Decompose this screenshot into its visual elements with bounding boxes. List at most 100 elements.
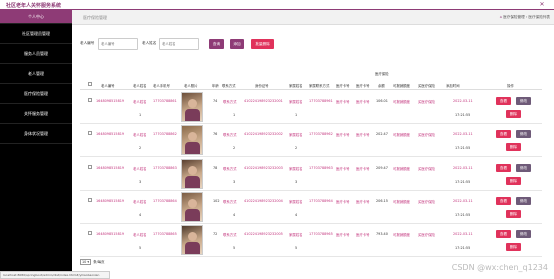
- elderly-id-input[interactable]: [98, 38, 138, 50]
- cell-extra-c: 1: [295, 113, 298, 117]
- row-checkbox[interactable]: [88, 131, 92, 135]
- cell-extra-c: 2: [295, 146, 298, 150]
- home-icon[interactable]: ⌂: [500, 15, 502, 19]
- edit-button[interactable]: 修改: [516, 164, 531, 172]
- cell-date: 2022-03-11: [453, 166, 473, 170]
- cell-insurance: 买医疗保险: [418, 200, 435, 204]
- elderly-id-label: 老人编号: [80, 41, 95, 45]
- row-divider: [80, 190, 542, 191]
- cell-idcard: 410224198923232002: [244, 132, 283, 136]
- cell-card: 医疗卡号: [336, 200, 350, 204]
- cell-time: 17:21:55: [455, 246, 471, 250]
- page-size-value: 10: [82, 260, 87, 264]
- main-panel: 医疗保险管理 ⌂ 医疗保险管理 › 医疗保险列表 老人编号 老人姓名 查询 添加…: [72, 10, 554, 279]
- cell-extra-a: 5: [139, 246, 142, 250]
- cell-family-phone: 17703788962: [309, 132, 333, 136]
- header-photo: 老人照片: [184, 84, 198, 88]
- sidebar-item-elderly[interactable]: 老人管理: [0, 64, 72, 84]
- query-button[interactable]: 查询: [209, 39, 224, 49]
- view-button[interactable]: 查看: [496, 97, 511, 105]
- cell-date: 2022-03-11: [453, 199, 473, 203]
- sidebar-item-health-status[interactable]: 身体状况管理: [0, 124, 72, 144]
- sidebar-item-care-service[interactable]: 关怀服务管理: [0, 104, 72, 124]
- row-divider: [80, 256, 542, 257]
- view-button[interactable]: 查看: [496, 197, 511, 205]
- cell-elderly-id: 1648098515819: [96, 99, 125, 103]
- header-family-name: 家属姓名: [289, 84, 303, 88]
- sidebar-item-community-admin[interactable]: 社区管理员管理: [0, 24, 72, 44]
- cell-age: 78: [213, 166, 218, 170]
- delete-button[interactable]: 删除: [506, 143, 521, 151]
- cell-elderly-phone: 17703788865: [153, 232, 177, 236]
- cell-card: 医疗卡号: [336, 233, 350, 237]
- add-button[interactable]: 添加: [230, 39, 244, 49]
- cell-extra-b: 3: [233, 180, 236, 184]
- cell-contact: 联系方式: [223, 100, 237, 104]
- sidebar-item-service-staff[interactable]: 服务人员管理: [0, 44, 72, 64]
- cell-family-phone: 17703788961: [309, 99, 333, 103]
- edit-button[interactable]: 修改: [516, 197, 531, 205]
- cell-extra-a: 2: [139, 146, 142, 150]
- tab-medical-insurance[interactable]: 医疗保险管理: [83, 15, 107, 21]
- cell-idcard: 410224198923232005: [244, 232, 283, 236]
- cell-limit: 可报销额度: [393, 167, 410, 171]
- cell-elderly-id: 1648098515819: [96, 199, 125, 203]
- view-button[interactable]: 查看: [496, 164, 511, 172]
- cell-extra-b: 2: [233, 146, 236, 150]
- header-age: 年龄: [212, 84, 219, 88]
- breadcrumb-bar: 医疗保险管理 ⌂ 医疗保险管理 › 医疗保险列表: [72, 10, 554, 25]
- cell-elderly-phone: 17703788861: [153, 99, 177, 103]
- cell-family-phone: 17703788964: [309, 199, 333, 203]
- cell-age: 76: [213, 132, 218, 136]
- delete-button[interactable]: 删除: [506, 177, 521, 185]
- cell-date: 2022-03-11: [453, 99, 473, 103]
- group-header: 医疗保险: [375, 72, 389, 76]
- row-checkbox[interactable]: [88, 165, 92, 169]
- edit-button[interactable]: 修改: [516, 230, 531, 238]
- row-divider: [80, 156, 542, 157]
- app-title: 社区老年人关怀服务系统: [6, 2, 62, 9]
- batch-delete-button[interactable]: 批量删除: [251, 39, 274, 49]
- close-icon[interactable]: ✕: [538, 1, 546, 8]
- cell-balance: 202.47: [376, 132, 388, 136]
- cell-elderly-name: 老人姓名: [133, 233, 147, 237]
- cell-time: 17:21:55: [455, 146, 471, 150]
- cell-extra-b: 5: [233, 246, 236, 250]
- cell-elderly-id: 1648098515819: [96, 166, 125, 170]
- header-elderly-phone: 老人手机号: [153, 84, 170, 88]
- elderly-photo: [181, 192, 203, 222]
- cell-family-phone: 17703788965: [309, 232, 333, 236]
- cell-extra-b: 4: [233, 213, 236, 217]
- sidebar-item-personal-center[interactable]: 个人中心: [0, 10, 72, 24]
- edit-button[interactable]: 修改: [516, 130, 531, 138]
- delete-button[interactable]: 删除: [506, 110, 521, 118]
- row-checkbox[interactable]: [88, 198, 92, 202]
- elderly-name-input[interactable]: [159, 38, 199, 50]
- cell-limit: 可报销额度: [393, 133, 410, 137]
- cell-contact: 联系方式: [223, 167, 237, 171]
- view-button[interactable]: 查看: [496, 230, 511, 238]
- row-checkbox[interactable]: [88, 98, 92, 102]
- select-all-checkbox[interactable]: [88, 82, 92, 86]
- cell-insurance: 买医疗保险: [418, 133, 435, 137]
- cell-contact: 联系方式: [223, 133, 237, 137]
- header-elderly-id: 老人编号: [101, 84, 115, 88]
- page-size-select[interactable]: 10 ▾: [80, 259, 92, 265]
- edit-button[interactable]: 修改: [516, 97, 531, 105]
- cell-insurance: 买医疗保险: [418, 233, 435, 237]
- cell-elderly-phone: 17703788862: [153, 132, 177, 136]
- cell-card: 医疗卡号: [336, 100, 350, 104]
- cell-extra-b: 1: [233, 113, 236, 117]
- row-checkbox[interactable]: [88, 231, 92, 235]
- header-card: 医疗卡号: [336, 84, 350, 88]
- cell-extra-c: 4: [295, 213, 298, 217]
- delete-button[interactable]: 删除: [506, 243, 521, 251]
- cell-insurance: 买医疗保险: [418, 100, 435, 104]
- view-button[interactable]: 查看: [496, 130, 511, 138]
- sidebar-item-medical-insurance[interactable]: 医疗保险管理: [0, 84, 72, 104]
- pagination: 10 ▾ 条/每页: [80, 259, 105, 265]
- header-elderly-name: 老人姓名: [133, 84, 147, 88]
- delete-button[interactable]: 删除: [506, 210, 521, 218]
- cell-extra-a: 4: [139, 213, 142, 217]
- header-divider: [80, 89, 542, 90]
